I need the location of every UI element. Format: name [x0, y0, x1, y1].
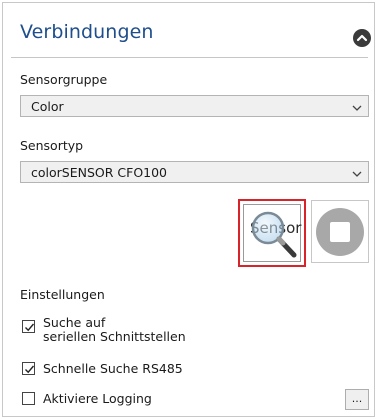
fast-search-label: Schnelle Suche RS485	[43, 361, 183, 376]
serial-search-label-line2: seriellen Schnittstellen	[43, 329, 186, 344]
serial-search-label-line1: Suche auf	[43, 315, 106, 330]
logging-checkbox[interactable]: Aktiviere Logging	[22, 392, 222, 408]
fast-search-checkbox[interactable]: Schnelle Suche RS485	[22, 362, 222, 378]
stop-button[interactable]	[311, 200, 369, 263]
chevron-up-circle-icon[interactable]	[353, 29, 371, 47]
magnifier-icon	[251, 211, 297, 258]
sensortype-select[interactable]: colorSENSOR CFO100	[20, 161, 369, 183]
checkbox-box	[22, 362, 35, 375]
connections-panel: Verbindungen Sensorgruppe Color Sensorty…	[2, 2, 375, 417]
panel-header: Verbindungen	[3, 3, 374, 57]
stop-icon	[316, 208, 364, 256]
chevron-down-icon	[352, 101, 362, 116]
header-divider	[11, 57, 368, 58]
logging-options-button[interactable]: ...	[345, 389, 369, 410]
sensortype-label: Sensortyp	[20, 138, 84, 153]
checkbox-box	[22, 320, 35, 333]
sensortype-value: colorSENSOR CFO100	[31, 165, 168, 180]
sensorgroup-select[interactable]: Color	[20, 95, 369, 117]
settings-heading: Einstellungen	[20, 287, 105, 302]
sensorgroup-value: Color	[31, 99, 64, 114]
chevron-down-icon	[352, 167, 362, 182]
sensor-search-button[interactable]: Sensor	[238, 199, 306, 267]
sensorgroup-label: Sensorgruppe	[20, 72, 108, 87]
serial-search-checkbox[interactable]: Suche auf seriellen Schnittstellen	[22, 316, 222, 346]
sensor-search-inner: Sensor	[243, 204, 301, 262]
panel-title: Verbindungen	[20, 21, 154, 43]
logging-label: Aktiviere Logging	[43, 391, 152, 406]
checkbox-box	[22, 392, 35, 405]
